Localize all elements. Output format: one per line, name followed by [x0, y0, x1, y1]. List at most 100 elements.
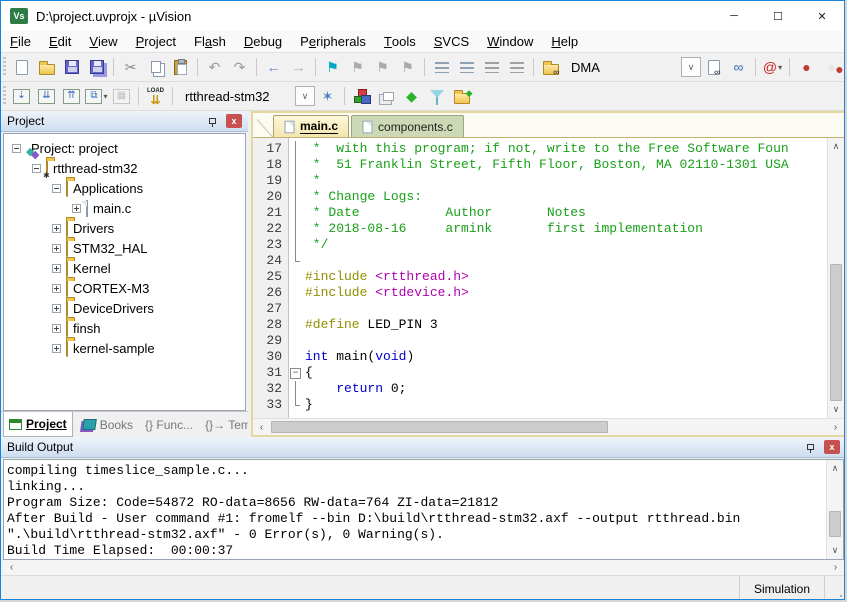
expand-icon[interactable] — [52, 224, 61, 233]
project-panel-close-icon[interactable]: x — [226, 114, 242, 128]
menu-peripherals[interactable]: Peripherals — [291, 31, 375, 52]
bookmark-toggle-icon[interactable]: ⚑ — [320, 55, 345, 79]
tree-item-project-project[interactable]: Project: project — [4, 138, 245, 158]
menu-debug[interactable]: Debug — [235, 31, 291, 52]
scrollbar-thumb[interactable] — [830, 264, 842, 401]
expand-icon[interactable] — [52, 244, 61, 253]
pin-icon[interactable] — [209, 118, 216, 124]
download-icon[interactable]: LOAD — [143, 84, 168, 108]
breakpoint-clipped-icon[interactable]: ● — [827, 57, 844, 81]
tree-item-cortex-m3[interactable]: CORTEX-M3 — [4, 278, 245, 298]
fold-collapse-icon[interactable] — [289, 365, 302, 381]
open-file-icon[interactable] — [34, 55, 59, 79]
target-combobox[interactable]: rtthread-stm32∨ — [177, 85, 315, 107]
chevron-down-icon[interactable]: ▾ — [103, 92, 107, 101]
tree-item-applications[interactable]: Applications — [4, 178, 245, 198]
menu-file[interactable]: File — [1, 31, 40, 52]
paste-icon[interactable] — [168, 55, 193, 79]
expand-icon[interactable] — [52, 264, 61, 273]
scroll-down-icon[interactable]: ∨ — [827, 542, 843, 559]
redo-icon[interactable]: ↷ — [227, 55, 252, 79]
panel-tab-books[interactable]: Books — [75, 412, 138, 437]
editor-horizontal-scrollbar[interactable]: ‹ › — [253, 418, 844, 435]
save-all-icon[interactable] — [84, 55, 109, 79]
scroll-left-icon[interactable]: ‹ — [3, 562, 20, 573]
expand-icon[interactable] — [72, 204, 81, 213]
project-tree[interactable]: Project: projectrtthread-stm32Applicatio… — [3, 133, 246, 411]
breakpoint-toggle-icon[interactable]: ● — [794, 55, 819, 79]
bookmark-clear-icon[interactable]: ⚑ — [395, 55, 420, 79]
find-icon[interactable] — [701, 55, 726, 79]
tree-item-stm32-hal[interactable]: STM32_HAL — [4, 238, 245, 258]
uncomment-icon[interactable] — [504, 55, 529, 79]
search-combobox[interactable]: DMA∨ — [563, 56, 701, 78]
code-editor[interactable]: * with this program; if not, write to th… — [302, 138, 827, 418]
manage-books-icon[interactable] — [374, 84, 399, 108]
minimize-button[interactable]: ─ — [712, 1, 756, 31]
chevron-down-icon[interactable]: ▾ — [778, 63, 782, 72]
toolbar-grip[interactable] — [3, 86, 6, 106]
expand-icon[interactable] — [52, 304, 61, 313]
expand-icon[interactable] — [52, 284, 61, 293]
scroll-right-icon[interactable]: › — [827, 422, 844, 433]
tree-item-kernel[interactable]: Kernel — [4, 258, 245, 278]
navigate-back-icon[interactable]: ← — [261, 55, 286, 79]
toolbar-grip[interactable] — [3, 57, 6, 77]
copy-icon[interactable] — [143, 55, 168, 79]
tree-item-drivers[interactable]: Drivers — [4, 218, 245, 238]
navigate-forward-icon[interactable]: → — [286, 55, 311, 79]
collapse-icon[interactable] — [32, 164, 41, 173]
collapse-icon[interactable] — [12, 144, 21, 153]
indent-icon[interactable] — [429, 55, 454, 79]
undo-icon[interactable]: ↶ — [202, 55, 227, 79]
editor-vertical-scrollbar[interactable]: ∧ ∨ — [827, 138, 844, 418]
expand-icon[interactable] — [52, 324, 61, 333]
search-at-icon[interactable]: @▾ — [760, 55, 785, 79]
scroll-up-icon[interactable]: ∧ — [828, 138, 844, 155]
configure-target-icon[interactable] — [449, 84, 474, 108]
save-icon[interactable] — [59, 55, 84, 79]
pin-icon[interactable] — [807, 444, 814, 450]
chevron-down-icon[interactable]: ∨ — [681, 57, 701, 77]
scroll-left-icon[interactable]: ‹ — [253, 422, 270, 433]
build-output-close-icon[interactable]: x — [824, 440, 840, 454]
editor-tab-components-c[interactable]: components.c — [351, 115, 464, 137]
build-icon[interactable]: ⇊ — [34, 84, 59, 108]
scroll-down-icon[interactable]: ∨ — [828, 401, 844, 418]
batch-build-icon[interactable]: ⧉▾ — [84, 84, 109, 108]
tree-item-finsh[interactable]: finsh — [4, 318, 245, 338]
file-extensions-icon[interactable] — [424, 84, 449, 108]
menu-window[interactable]: Window — [478, 31, 542, 52]
bookmark-next-icon[interactable]: ⚑ — [370, 55, 395, 79]
comment-icon[interactable] — [479, 55, 504, 79]
panel-tab-func[interactable]: {} Func... — [140, 412, 198, 437]
target-options-icon[interactable]: ✶ — [315, 84, 340, 108]
maximize-button[interactable]: ☐ — [756, 1, 800, 31]
translate-file-icon[interactable]: ⇣ — [9, 84, 34, 108]
bookmark-prev-icon[interactable]: ⚑ — [345, 55, 370, 79]
outdent-icon[interactable] — [454, 55, 479, 79]
menu-tools[interactable]: Tools — [375, 31, 425, 52]
build-output-text[interactable]: compiling timeslice_sample.c...linking..… — [4, 460, 826, 559]
build-vertical-scrollbar[interactable]: ∧ ∨ — [826, 460, 843, 559]
menu-view[interactable]: View — [80, 31, 126, 52]
tree-item-kernel-sample[interactable]: kernel-sample — [4, 338, 245, 358]
rebuild-all-icon[interactable]: ⇈ — [59, 84, 84, 108]
menu-edit[interactable]: Edit — [40, 31, 80, 52]
menu-help[interactable]: Help — [542, 31, 587, 52]
scrollbar-thumb[interactable] — [829, 511, 841, 537]
tree-item-rtthread-stm32[interactable]: rtthread-stm32 — [4, 158, 245, 178]
cut-icon[interactable]: ✂ — [118, 55, 143, 79]
resize-grip[interactable] — [824, 576, 845, 600]
find-in-files-icon[interactable] — [538, 55, 563, 79]
fold-margin[interactable] — [289, 138, 302, 418]
menu-svcs[interactable]: SVCS — [425, 31, 478, 52]
menu-project[interactable]: Project — [127, 31, 185, 52]
tree-item-main-c[interactable]: main.c — [4, 198, 245, 218]
manage-project-items-icon[interactable] — [349, 84, 374, 108]
scrollbar-thumb[interactable] — [271, 421, 608, 433]
chevron-down-icon[interactable]: ∨ — [295, 86, 315, 106]
build-horizontal-scrollbar[interactable]: ‹ › — [3, 560, 844, 575]
tree-item-devicedrivers[interactable]: DeviceDrivers — [4, 298, 245, 318]
scroll-up-icon[interactable]: ∧ — [827, 460, 843, 477]
